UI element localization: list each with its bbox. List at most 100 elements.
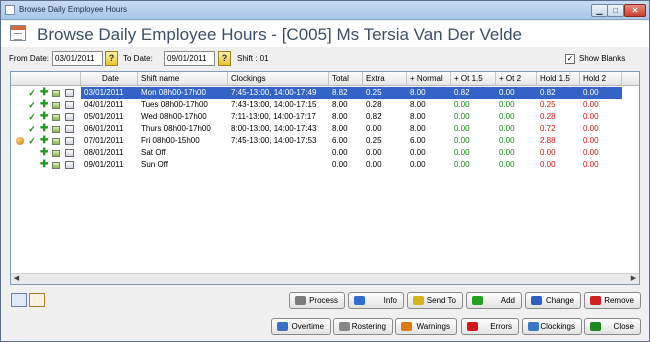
add-plus-icon[interactable]: ✚ [40,124,48,134]
table-row[interactable]: ✓ ✚ 07/01/2011 Fri 08h00-15h00 7:45-13:00, 1… [11,135,639,147]
cell-col-date: 06/01/2011 [84,124,124,133]
add-button[interactable]: Add [466,292,522,309]
send-to-button[interactable]: Send To [407,292,463,309]
table-row[interactable]: ✓ ✚ 03/01/2011 Mon 08h00-17h00 7:45-13:00, 1… [11,87,639,99]
errors-button[interactable]: Errors [461,318,519,335]
maximize-button[interactable]: □ [607,4,624,17]
check-icon[interactable]: ✓ [28,113,36,122]
check-icon[interactable]: ✓ [28,89,36,98]
add-plus-icon[interactable]: ✚ [40,148,48,158]
clockings-button-label: Clockings [540,322,575,331]
check-icon[interactable]: ✓ [28,137,36,146]
cell-col-ot15: 0.00 [454,112,470,121]
from-date-field[interactable]: 03/01/2011 [52,51,103,66]
cell-col-clockings: 7:11-13:00, 14:00-17:17 [231,112,316,121]
header-col-hold2[interactable]: Hold 2 [580,72,622,86]
horizontal-scrollbar[interactable]: ◀ ▶ [11,273,639,284]
table-row[interactable]: ✚ 09/01/2011 Sun Off 0.00 0.00 0.00 0.00 0.00 0.… [11,159,639,171]
header-col-ot2[interactable]: + Ot 2 [496,72,537,86]
header-col-ot15[interactable]: + Ot 1.5 [451,72,496,86]
cell-col-hold15: 2.88 [540,136,556,145]
cell-col-ot15: 0.00 [454,136,470,145]
cell-col-date: 09/01/2011 [84,160,124,169]
close-window-button[interactable]: ✕ [624,4,646,17]
edit-icon[interactable] [52,102,60,109]
remove-button[interactable]: Remove [584,292,641,309]
warning-dot-icon[interactable] [16,137,24,145]
clockings-button[interactable]: Clockings [522,318,582,335]
rostering-icon [339,322,350,331]
show-blanks-checkbox[interactable]: ✓ [565,54,575,64]
grid-view-icon[interactable] [11,293,27,307]
to-date-field[interactable]: 09/01/2011 [164,51,215,66]
check-icon[interactable]: ✓ [28,125,36,134]
cell-col-date: 07/01/2011 [84,136,124,145]
scroll-right-icon[interactable]: ▶ [628,274,639,284]
cell-col-extra: 0.00 [366,148,382,157]
header-col-total[interactable]: Total [329,72,363,86]
info-button[interactable]: Info [348,292,404,309]
overtime-button-label: Overtime [291,322,324,331]
to-date-lookup-button[interactable]: ? [218,51,231,66]
alert-view-icon[interactable] [29,293,45,307]
browse-hours-window: Browse Daily Employee Hours ▁ □ ✕ Browse… [0,0,650,342]
calendar-icon[interactable] [65,137,74,145]
cell-col-ot15: 0.00 [454,148,470,157]
cell-col-shift-name: Thurs 08h00-17h00 [141,124,211,133]
remove-button-label: Remove [604,296,634,305]
edit-icon[interactable] [52,138,60,145]
edit-icon[interactable] [52,90,60,97]
add-plus-icon[interactable]: ✚ [40,160,48,170]
header-col-clockings[interactable]: Clockings [228,72,329,86]
calendar-icon[interactable] [65,113,74,121]
edit-icon[interactable] [52,114,60,121]
edit-icon[interactable] [52,150,60,157]
warnings-button[interactable]: Warnings [395,318,457,335]
table-row[interactable]: ✓ ✚ 06/01/2011 Thurs 08h00-17h00 8:00-13:00,… [11,123,639,135]
add-plus-icon[interactable]: ✚ [40,136,48,146]
add-plus-icon[interactable]: ✚ [40,112,48,122]
scroll-left-icon[interactable]: ◀ [11,274,22,284]
check-icon[interactable]: ✓ [28,101,36,110]
cell-col-normal: 0.00 [410,160,426,169]
cell-col-ot15: 0.00 [454,100,470,109]
cell-col-ot2: 0.00 [499,124,515,133]
calendar-icon[interactable] [65,125,74,133]
add-plus-icon[interactable]: ✚ [40,88,48,98]
table-header: Date Shift name Clockings Total Extra + Norma… [11,72,639,86]
from-date-lookup-button[interactable]: ? [105,51,118,66]
table-row[interactable]: ✚ 08/01/2011 Sat Off 0.00 0.00 0.00 0.00 0.00 0.… [11,147,639,159]
title-bar[interactable]: Browse Daily Employee Hours ▁ □ ✕ [1,1,649,20]
cell-col-clockings [228,159,329,171]
overtime-button[interactable]: Overtime [271,318,331,335]
cell-col-normal: 8.00 [410,112,426,121]
info-button-label: Info [383,296,397,305]
minimize-button[interactable]: ▁ [591,4,608,17]
rostering-button[interactable]: Rostering [333,318,393,335]
edit-icon[interactable] [52,126,60,133]
header-col-shift-name[interactable]: Shift name [138,72,228,86]
cell-col-hold2: 0.00 [580,87,622,99]
table-row[interactable]: ✓ ✚ 04/01/2011 Tues 08h00-17h00 7:43-13:00, … [11,99,639,111]
add-plus-icon[interactable]: ✚ [40,100,48,110]
header-col-hold15[interactable]: Hold 1.5 [537,72,580,86]
cell-col-shift-name: Mon 08h00-17h00 [138,87,228,99]
header-col-date[interactable]: Date [81,72,138,86]
calendar-icon[interactable] [65,161,74,169]
edit-icon[interactable] [52,162,60,169]
close-button[interactable]: Close [584,318,641,335]
cell-col-ot15: 0.82 [451,87,496,99]
header-col-normal[interactable]: + Normal [407,72,451,86]
calendar-icon[interactable] [65,101,74,109]
shift-label: Shift : 01 [237,54,269,63]
table-row[interactable]: ✓ ✚ 05/01/2011 Wed 08h00-17h00 7:11-13:00, 1… [11,111,639,123]
header-col-extra[interactable]: Extra [363,72,407,86]
calendar-icon[interactable] [65,89,74,97]
cell-col-clockings: 8:00-13:00, 14:00-17:43 [231,124,317,133]
cell-col-extra: 0.00 [366,124,382,133]
change-button[interactable]: Change [525,292,581,309]
calendar-icon[interactable] [65,149,74,157]
process-button[interactable]: Process [289,292,345,309]
change-icon [531,296,542,305]
cell-col-hold2: 0.00 [583,136,599,145]
